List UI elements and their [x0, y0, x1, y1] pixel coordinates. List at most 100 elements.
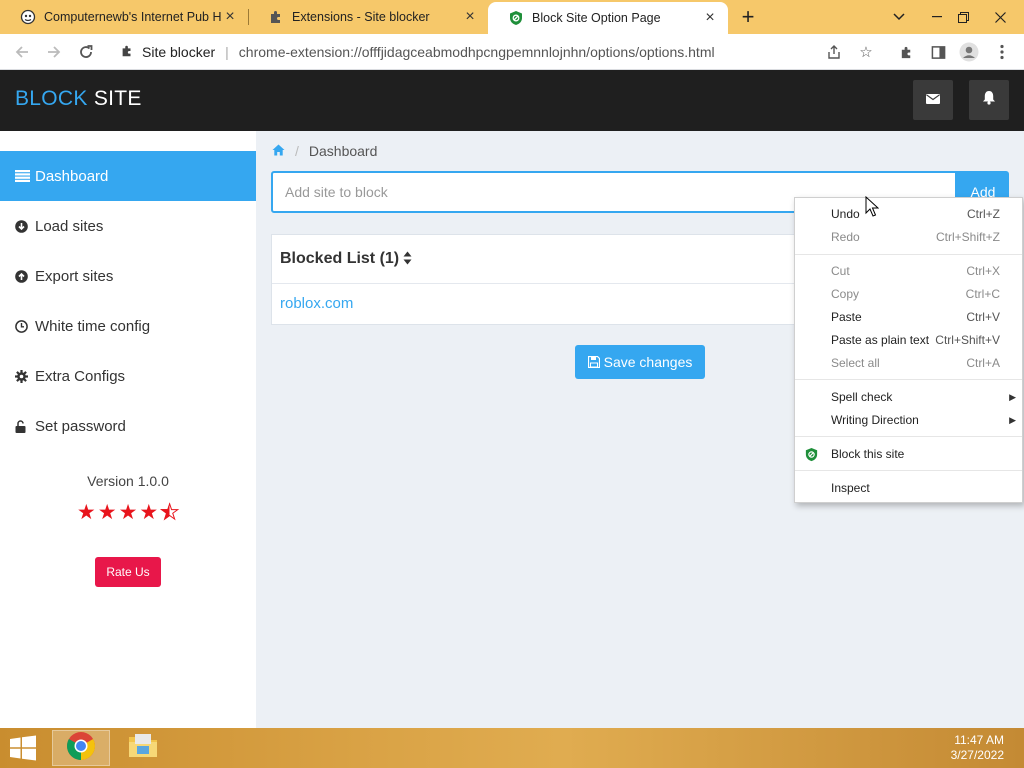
- shield-icon: [508, 10, 524, 26]
- menu-item-paste-plain[interactable]: Paste as plain text Ctrl+Shift+V: [795, 329, 1022, 351]
- star-icon: ★: [76, 501, 96, 524]
- menu-item-spell-check[interactable]: Spell check ▶: [795, 386, 1022, 408]
- tab-search-icon[interactable]: [882, 0, 916, 34]
- extensions-puzzle-icon[interactable]: [894, 40, 918, 64]
- system-clock[interactable]: 11:47 AM 3/27/2022: [951, 733, 1004, 763]
- menu-item-block-this-site[interactable]: Block this site: [795, 443, 1022, 465]
- menu-separator: [795, 436, 1022, 437]
- menu-item-shortcut: Ctrl+Shift+V: [935, 333, 1000, 347]
- menu-separator: [795, 254, 1022, 255]
- clock-time: 11:47 AM: [954, 733, 1004, 747]
- omnibox-divider: |: [225, 44, 229, 60]
- folder-icon: [127, 732, 159, 765]
- breadcrumb: / Dashboard: [272, 143, 377, 159]
- menu-item-writing-direction[interactable]: Writing Direction ▶: [795, 409, 1022, 431]
- breadcrumb-separator: /: [295, 143, 299, 159]
- sidebar-item-label: Load sites: [35, 217, 104, 235]
- upload-circle-icon: [15, 269, 31, 283]
- back-icon[interactable]: [9, 39, 35, 65]
- profile-avatar-icon[interactable]: [957, 40, 981, 64]
- puzzle-icon: [120, 44, 134, 61]
- list-item[interactable]: roblox.com: [280, 295, 353, 312]
- rate-us-button[interactable]: Rate Us: [95, 557, 161, 587]
- sidebar-item-load-sites[interactable]: Load sites: [0, 201, 256, 251]
- tab-title: Block Site Option Page: [532, 11, 661, 25]
- restore-icon[interactable]: [946, 0, 980, 34]
- sidebar-item-export-sites[interactable]: Export sites: [0, 251, 256, 301]
- menu-item-cut[interactable]: Cut Ctrl+X: [795, 260, 1022, 282]
- star-icon: ★: [118, 501, 138, 524]
- url-text: chrome-extension://offfjidagceabmodhpcng…: [238, 44, 715, 60]
- tab-computernewb[interactable]: Computernewb's Internet Pub H.. ×: [0, 0, 248, 34]
- menu-item-redo[interactable]: Redo Ctrl+Shift+Z: [795, 226, 1022, 248]
- menu-item-inspect[interactable]: Inspect: [795, 477, 1022, 499]
- menu-item-label: Redo: [831, 230, 860, 244]
- bookmark-star-icon[interactable]: ☆: [854, 40, 878, 64]
- submenu-arrow-icon: ▶: [1009, 414, 1016, 425]
- menu-separator: [795, 379, 1022, 380]
- brand-logo[interactable]: BLOCK SITE: [15, 87, 142, 111]
- menu-item-label: Paste: [831, 310, 862, 324]
- taskbar-file-explorer[interactable]: [114, 730, 172, 766]
- menu-item-copy[interactable]: Copy Ctrl+C: [795, 283, 1022, 305]
- sidebar-item-white-time-config[interactable]: White time config: [0, 301, 256, 351]
- rating-stars[interactable]: ★★★★★: [0, 500, 256, 525]
- save-changes-button[interactable]: Save changes: [575, 345, 705, 379]
- menu-item-label: Spell check: [831, 390, 893, 404]
- menu-item-shortcut: Ctrl+C: [965, 287, 1000, 301]
- menu-item-label: Writing Direction: [831, 413, 919, 427]
- menu-item-label: Select all: [831, 356, 880, 370]
- tab-block-site-options[interactable]: Block Site Option Page ×: [488, 2, 728, 34]
- menu-item-select-all[interactable]: Select all Ctrl+A: [795, 352, 1022, 374]
- close-window-icon[interactable]: [980, 0, 1020, 34]
- side-panel-icon[interactable]: [926, 40, 950, 64]
- tab-title: Extensions - Site blocker: [292, 10, 430, 24]
- sidebar: Dashboard Load sites Export sites White …: [0, 131, 256, 728]
- gear-icon: [15, 369, 31, 383]
- extension-name: Site blocker: [142, 44, 216, 60]
- close-tab-icon[interactable]: ×: [462, 8, 478, 25]
- close-tab-icon[interactable]: ×: [222, 8, 238, 25]
- clock-date: 3/27/2022: [950, 748, 1004, 762]
- mail-button[interactable]: [913, 80, 953, 120]
- download-circle-icon: [15, 219, 31, 233]
- share-icon[interactable]: [822, 40, 846, 64]
- browser-toolbar: Site blocker | chrome-extension://offfji…: [0, 34, 1024, 70]
- windows-start-button[interactable]: [8, 735, 38, 761]
- menu-separator: [795, 470, 1022, 471]
- chrome-icon: [66, 731, 96, 766]
- sidebar-item-label: Export sites: [35, 267, 114, 285]
- forward-icon[interactable]: [41, 39, 67, 65]
- star-icon: ★: [139, 501, 159, 524]
- star-icon: ★: [97, 501, 117, 524]
- blocked-list-title: Blocked List (1): [280, 250, 400, 267]
- breadcrumb-current: Dashboard: [308, 143, 378, 159]
- menu-item-undo[interactable]: Undo Ctrl+Z: [795, 203, 1022, 225]
- sidebar-item-dashboard[interactable]: Dashboard: [0, 151, 256, 201]
- address-bar[interactable]: Site blocker | chrome-extension://offfji…: [110, 38, 884, 66]
- submenu-arrow-icon: ▶: [1009, 391, 1016, 402]
- taskbar-chrome[interactable]: [52, 730, 110, 766]
- context-menu: Undo Ctrl+Z Redo Ctrl+Shift+Z Cut Ctrl+X…: [794, 197, 1023, 503]
- sidebar-item-label: Dashboard: [35, 167, 109, 185]
- menu-item-label: Block this site: [831, 447, 905, 461]
- menu-item-shortcut: Ctrl+V: [966, 310, 1000, 324]
- lock-icon: [15, 419, 31, 433]
- brand-part-2: SITE: [93, 87, 142, 110]
- sidebar-item-label: White time config: [35, 317, 151, 335]
- new-tab-button[interactable]: +: [736, 4, 760, 29]
- sidebar-item-set-password[interactable]: Set password: [0, 401, 256, 451]
- more-menu-icon[interactable]: [990, 40, 1014, 64]
- reload-icon[interactable]: [73, 39, 99, 65]
- app-header: BLOCK SITE: [0, 70, 1024, 131]
- notifications-button[interactable]: [969, 80, 1009, 120]
- menu-item-paste[interactable]: Paste Ctrl+V: [795, 306, 1022, 328]
- home-icon[interactable]: [272, 143, 285, 159]
- floppy-disk-icon: [587, 356, 600, 368]
- close-tab-icon[interactable]: ×: [702, 9, 718, 26]
- brand-part-1: BLOCK: [15, 87, 88, 110]
- sidebar-item-extra-configs[interactable]: Extra Configs: [0, 351, 256, 401]
- sort-icon[interactable]: [403, 251, 412, 268]
- tab-extensions[interactable]: Extensions - Site blocker ×: [248, 0, 488, 34]
- save-changes-label: Save changes: [603, 354, 693, 370]
